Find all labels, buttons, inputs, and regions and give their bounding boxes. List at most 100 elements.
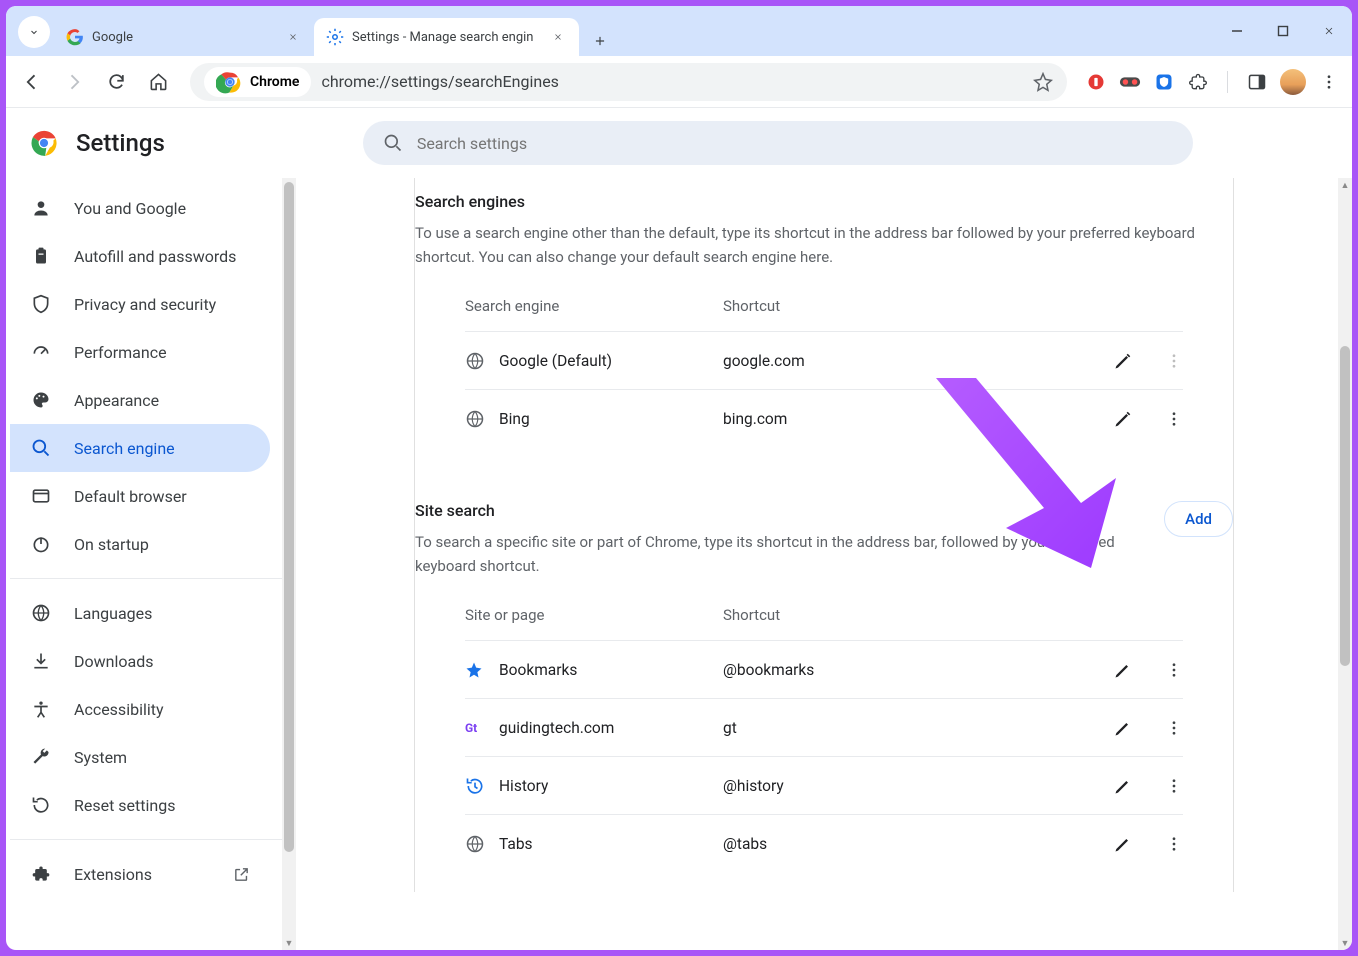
site-search-header: Site search To search a specific site or… bbox=[415, 467, 1233, 596]
scrollbar-thumb[interactable] bbox=[1340, 346, 1350, 666]
site-search-desc: To search a specific site or part of Chr… bbox=[415, 530, 1164, 596]
kebab-menu-icon[interactable] bbox=[1318, 71, 1340, 93]
table-row: Bing bing.com bbox=[465, 389, 1183, 447]
sidebar-item-you[interactable]: You and Google bbox=[10, 184, 270, 232]
search-icon bbox=[30, 437, 52, 459]
omnibox[interactable]: Chrome chrome://settings/searchEngines bbox=[190, 63, 1067, 101]
table-header: Search engine Shortcut bbox=[465, 287, 1183, 331]
tab-search-button[interactable] bbox=[18, 16, 50, 48]
sidebar-item-reset[interactable]: Reset settings bbox=[10, 781, 270, 829]
forward-button[interactable] bbox=[56, 64, 92, 100]
sidebar: You and Google Autofill and passwords Pr… bbox=[6, 178, 296, 950]
sidebar-item-autofill[interactable]: Autofill and passwords bbox=[10, 232, 270, 280]
col-header-site: Site or page bbox=[465, 606, 723, 624]
sidebar-item-system[interactable]: System bbox=[10, 733, 270, 781]
close-icon[interactable] bbox=[284, 28, 302, 46]
nav-label: Extensions bbox=[74, 865, 152, 884]
engine-name: Google (Default) bbox=[499, 352, 723, 370]
home-button[interactable] bbox=[140, 64, 176, 100]
titlebar: Google Settings - Manage search engin bbox=[6, 6, 1352, 56]
more-menu-button[interactable] bbox=[1165, 410, 1183, 428]
settings-search-input[interactable] bbox=[417, 134, 1173, 153]
bookmark-star-icon[interactable] bbox=[1033, 72, 1053, 92]
person-icon bbox=[30, 197, 52, 219]
nav-label: Reset settings bbox=[74, 796, 175, 815]
table-row: Google (Default) google.com bbox=[465, 331, 1183, 389]
site-name: guidingtech.com bbox=[499, 719, 723, 737]
reload-button[interactable] bbox=[98, 64, 134, 100]
shield-icon bbox=[30, 293, 52, 315]
col-header-engine: Search engine bbox=[465, 297, 723, 315]
site-search-title: Site search bbox=[415, 501, 1164, 530]
chrome-icon bbox=[216, 68, 244, 96]
content: Search engines To use a search engine ot… bbox=[414, 178, 1234, 892]
more-menu-button[interactable] bbox=[1165, 835, 1183, 853]
scroll-down-icon[interactable]: ▼ bbox=[282, 936, 296, 950]
site-shortcut: @history bbox=[723, 777, 1063, 795]
content-scrollbar[interactable]: ▲ ▼ bbox=[1338, 178, 1352, 950]
minimize-button[interactable] bbox=[1214, 6, 1260, 56]
sidebar-item-languages[interactable]: Languages bbox=[10, 589, 270, 637]
globe-icon bbox=[465, 834, 487, 854]
divider bbox=[1227, 71, 1228, 93]
more-menu-button[interactable] bbox=[1165, 661, 1183, 679]
sidebar-item-extensions[interactable]: Extensions bbox=[10, 850, 270, 898]
extension-icon-goggles[interactable] bbox=[1119, 71, 1141, 93]
edit-button[interactable] bbox=[1113, 834, 1133, 854]
edit-button[interactable] bbox=[1113, 660, 1133, 680]
maximize-button[interactable] bbox=[1260, 6, 1306, 56]
side-panel-icon[interactable] bbox=[1246, 71, 1268, 93]
sidebar-item-accessibility[interactable]: Accessibility bbox=[10, 685, 270, 733]
scroll-down-icon[interactable]: ▼ bbox=[1338, 936, 1352, 950]
sidebar-item-downloads[interactable]: Downloads bbox=[10, 637, 270, 685]
site-search-table: Site or page Shortcut Bookmarks @bookmar… bbox=[415, 596, 1233, 892]
edit-button[interactable] bbox=[1113, 776, 1133, 796]
tab-settings[interactable]: Settings - Manage search engin bbox=[314, 18, 579, 56]
close-icon[interactable] bbox=[549, 28, 567, 46]
sidebar-item-default-browser[interactable]: Default browser bbox=[10, 472, 270, 520]
search-icon bbox=[383, 133, 403, 153]
settings-search[interactable] bbox=[363, 121, 1193, 165]
scroll-up-icon[interactable]: ▲ bbox=[1338, 178, 1352, 192]
table-row: Tabs @tabs bbox=[465, 814, 1183, 872]
back-button[interactable] bbox=[14, 64, 50, 100]
search-engines-desc: To use a search engine other than the de… bbox=[415, 221, 1233, 287]
edit-button[interactable] bbox=[1113, 351, 1133, 371]
search-engines-table: Search engine Shortcut Google (Default) … bbox=[415, 287, 1233, 467]
content-wrap: Search engines To use a search engine ot… bbox=[296, 178, 1352, 950]
edit-button[interactable] bbox=[1113, 409, 1133, 429]
new-tab-button[interactable] bbox=[585, 26, 615, 56]
divider bbox=[10, 839, 286, 840]
tab-strip: Google Settings - Manage search engin bbox=[54, 14, 615, 56]
close-button[interactable] bbox=[1306, 6, 1352, 56]
tab-google[interactable]: Google bbox=[54, 18, 314, 56]
site-name: Bookmarks bbox=[499, 661, 723, 679]
sidebar-item-startup[interactable]: On startup bbox=[10, 520, 270, 568]
sidebar-scrollbar[interactable]: ▲ ▼ bbox=[282, 178, 296, 950]
more-menu-button[interactable] bbox=[1165, 719, 1183, 737]
site-name: Tabs bbox=[499, 835, 723, 853]
tab-title: Google bbox=[92, 30, 133, 45]
extensions-puzzle-icon[interactable] bbox=[1187, 71, 1209, 93]
google-favicon bbox=[66, 28, 84, 46]
clipboard-icon bbox=[30, 245, 52, 267]
add-button[interactable]: Add bbox=[1164, 501, 1233, 537]
sidebar-item-performance[interactable]: Performance bbox=[10, 328, 270, 376]
globe-icon bbox=[30, 602, 52, 624]
extension-icon-red[interactable] bbox=[1085, 71, 1107, 93]
col-header-shortcut: Shortcut bbox=[723, 606, 1063, 624]
wrench-icon bbox=[30, 746, 52, 768]
more-menu-button[interactable] bbox=[1165, 352, 1183, 370]
table-header: Site or page Shortcut bbox=[465, 596, 1183, 640]
sidebar-item-search[interactable]: Search engine bbox=[10, 424, 270, 472]
site-shortcut: @bookmarks bbox=[723, 661, 1063, 679]
avatar[interactable] bbox=[1280, 69, 1306, 95]
extension-icon-shield[interactable] bbox=[1153, 71, 1175, 93]
scrollbar-thumb[interactable] bbox=[284, 182, 294, 852]
globe-icon bbox=[465, 409, 487, 429]
sidebar-item-appearance[interactable]: Appearance bbox=[10, 376, 270, 424]
more-menu-button[interactable] bbox=[1165, 777, 1183, 795]
sidebar-item-privacy[interactable]: Privacy and security bbox=[10, 280, 270, 328]
open-external-icon bbox=[233, 866, 250, 883]
edit-button[interactable] bbox=[1113, 718, 1133, 738]
